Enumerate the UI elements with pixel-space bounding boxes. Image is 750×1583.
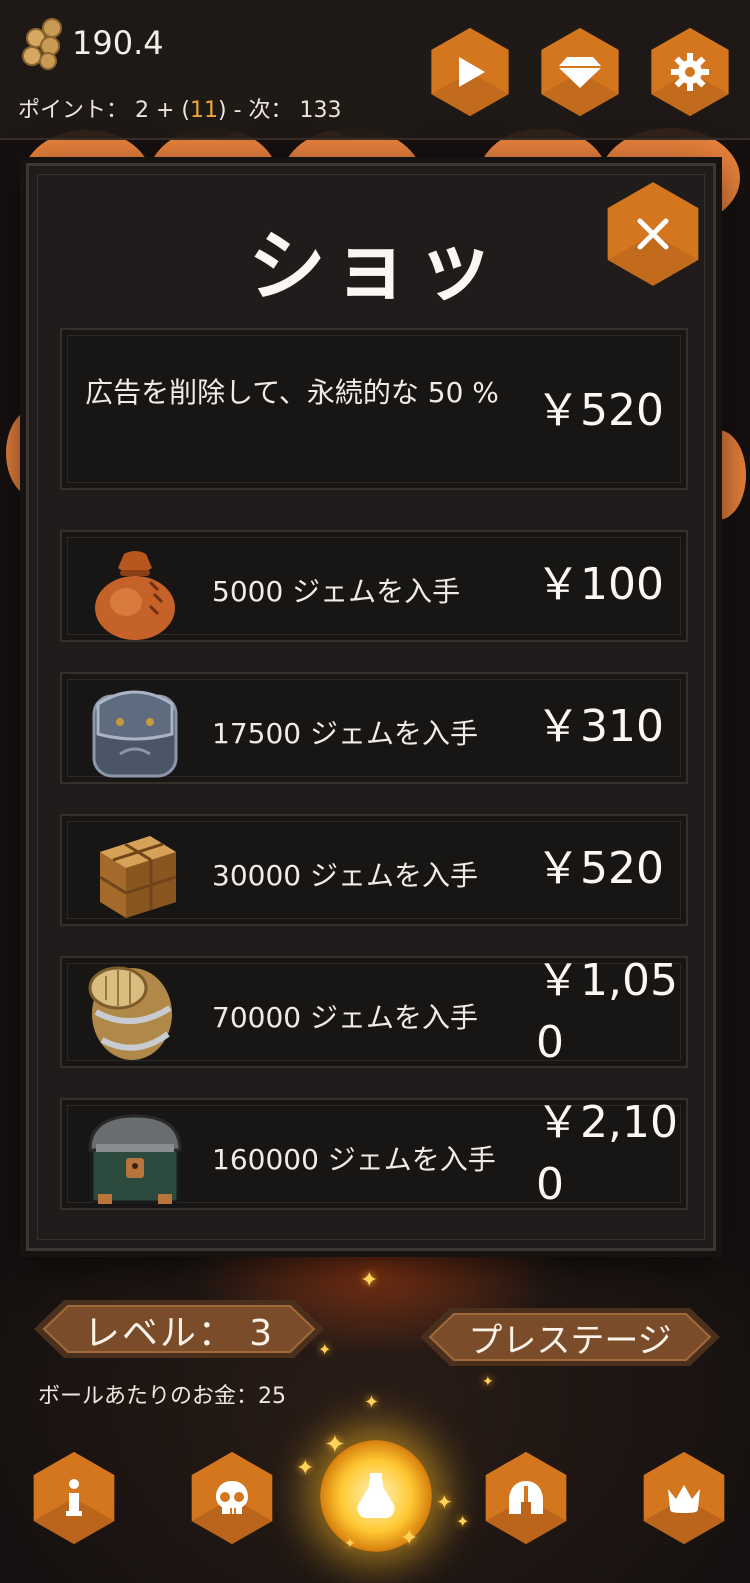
shop-item-price: ￥520	[536, 843, 664, 894]
shop-item-label: 広告を削除して、永続的な 50 %	[85, 376, 499, 409]
shop-item-label: 70000 ジェムを入手	[212, 1001, 478, 1034]
settings-button[interactable]	[644, 26, 736, 118]
points-status: ポイント： 2 + (11) - 次： 133	[18, 92, 342, 124]
money-per-ball: ボールあたりのお金：25	[38, 1384, 286, 1409]
shop-item-gems-30000[interactable]: 30000 ジェムを入手 ￥520	[60, 814, 688, 926]
shop-item-price: ￥100	[536, 559, 664, 610]
shop-item-price: ￥1,05 0	[536, 950, 678, 1074]
gems-button[interactable]	[534, 26, 626, 118]
wooden-crate-icon	[99, 836, 177, 918]
play-button[interactable]	[424, 26, 516, 118]
barrel-icon	[88, 966, 172, 1060]
coin-balance: 190.4	[72, 24, 164, 62]
treasure-chest-icon	[88, 1114, 182, 1204]
info-button[interactable]	[26, 1450, 122, 1546]
sparkle-decoration: ✦	[296, 1456, 315, 1481]
skull-icon	[216, 1481, 248, 1514]
prestige-label: プレステージ	[468, 1321, 672, 1361]
shop-modal: ショッ 広告を削除して、永続的な 50 % ￥520 5000 ジェムを入手 ￥…	[26, 163, 716, 1251]
info-icon	[66, 1479, 82, 1516]
sparkle-decoration: ✦	[400, 1526, 419, 1551]
gear-icon	[671, 53, 709, 91]
points-bonus: 11	[190, 98, 218, 123]
shop-item-label: 30000 ジェムを入手	[212, 859, 478, 892]
price-line-2: 0	[536, 1159, 564, 1210]
sparkle-decoration: ✦	[436, 1490, 453, 1514]
sparkle-decoration: ✦	[360, 1268, 379, 1293]
shop-item-price: ￥2,10 0	[536, 1092, 678, 1216]
shop-item-label: 160000 ジェムを入手	[212, 1143, 496, 1176]
orange-sack-icon	[95, 551, 175, 640]
potion-icon	[357, 1473, 395, 1518]
shop-item-gems-160000[interactable]: 160000 ジェムを入手 ￥2,10 0	[60, 1097, 688, 1210]
sparkle-decoration: ✦	[344, 1536, 356, 1552]
shop-item-label: 5000 ジェムを入手	[212, 575, 461, 608]
level-banner: レベル： 3	[34, 1296, 324, 1362]
price-line-1: ￥1,05	[536, 955, 678, 1006]
prestige-button[interactable]: プレステージ	[420, 1304, 720, 1370]
helmet-button[interactable]	[478, 1450, 574, 1546]
sparkle-decoration: ✦	[324, 1430, 346, 1460]
shop-item-label: 17500 ジェムを入手	[212, 717, 478, 750]
diamond-icon	[558, 57, 602, 88]
top-bar: 190.4 ポイント： 2 + (11) - 次： 133	[0, 0, 750, 140]
close-icon	[637, 218, 669, 250]
close-button[interactable]	[599, 180, 707, 288]
price-line-2: 0	[536, 1017, 564, 1068]
sparkle-decoration: ✦	[318, 1340, 332, 1359]
play-icon	[459, 57, 485, 87]
coins-icon	[22, 18, 62, 70]
shop-item-gems-70000[interactable]: 70000 ジェムを入手 ￥1,05 0	[60, 955, 688, 1068]
shop-item-gems-17500[interactable]: 17500 ジェムを入手 ￥310	[60, 672, 688, 784]
price-line-1: ￥2,10	[536, 1097, 678, 1148]
shop-item-gems-5000[interactable]: 5000 ジェムを入手 ￥100	[60, 530, 688, 642]
helmet-icon	[509, 1481, 543, 1514]
sparkle-decoration: ✦	[364, 1392, 380, 1413]
points-suffix: ) - 次： 133	[218, 98, 342, 123]
blue-backpack-icon	[92, 690, 178, 778]
crown-icon	[668, 1485, 700, 1513]
sparkle-decoration: ✦	[456, 1512, 470, 1531]
points-prefix: ポイント： 2 + (	[18, 98, 190, 123]
sparkle-decoration: ✦	[482, 1374, 494, 1390]
skull-button[interactable]	[184, 1450, 280, 1546]
shop-item-price: ￥520	[536, 385, 664, 436]
shop-item-remove-ads[interactable]: 広告を削除して、永続的な 50 % ￥520	[60, 328, 688, 490]
level-label: レベル： 3	[83, 1313, 275, 1354]
crown-button[interactable]	[636, 1450, 732, 1546]
shop-item-price: ￥310	[536, 701, 664, 752]
